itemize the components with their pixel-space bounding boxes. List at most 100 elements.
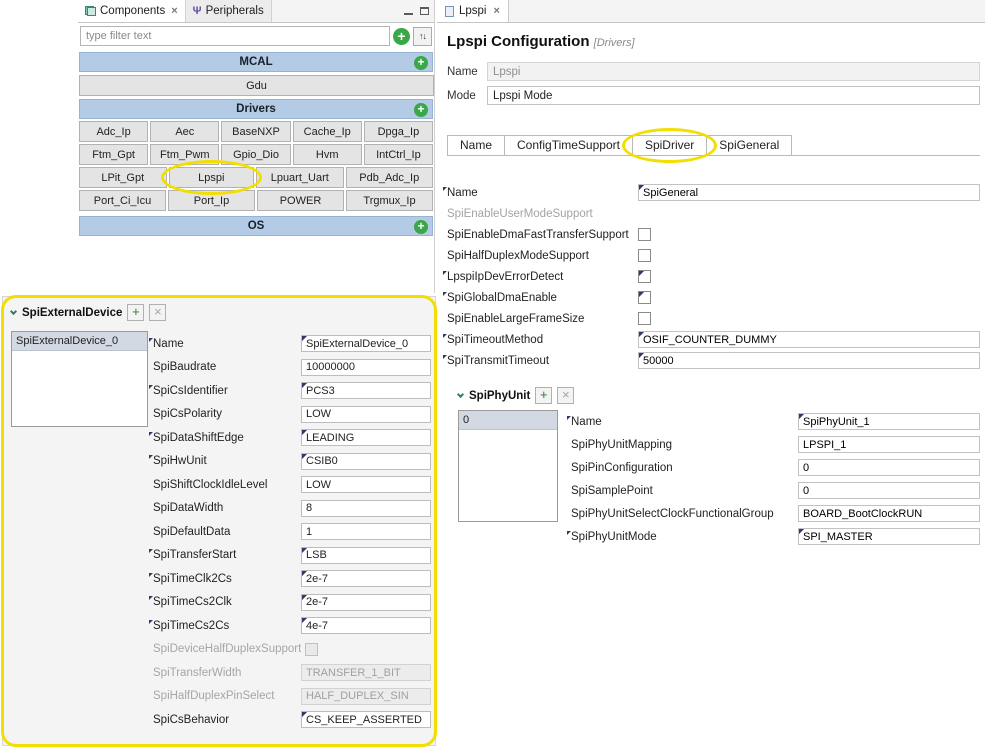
spishiftclockidlelevel-field[interactable] xyxy=(301,476,431,494)
add-icon[interactable]: + xyxy=(414,220,428,234)
category-drivers[interactable]: Drivers + xyxy=(79,99,433,119)
spitimecs2cs-field[interactable] xyxy=(301,617,431,635)
spiphyunitmode-field[interactable] xyxy=(798,528,980,545)
remove-spiexternaldevice-button[interactable]: × xyxy=(149,304,167,321)
category-mcal-label: MCAL xyxy=(239,56,273,68)
spibaudrate-field[interactable] xyxy=(301,358,431,376)
spitransmittimeout-field[interactable] xyxy=(638,352,980,369)
add-icon[interactable]: + xyxy=(414,103,428,117)
add-component-icon[interactable]: + xyxy=(393,27,410,45)
spitimeoutmethod-field[interactable] xyxy=(638,331,980,348)
spicsbehavior-field[interactable] xyxy=(301,711,431,729)
field-label: SpiTransmitTimeout xyxy=(443,354,638,367)
spisamplepoint-field[interactable] xyxy=(798,482,980,499)
form-row: SpiCsIdentifier xyxy=(149,379,431,403)
editor-tab-lpspi[interactable]: Lpspi × xyxy=(437,0,509,22)
spiphyunit-form: Name SpiPhyUnitMapping SpiPinConfigurati… xyxy=(567,410,980,548)
tab-peripherals[interactable]: Ψ Peripherals xyxy=(185,0,272,22)
component-ftm-pwm-button[interactable]: Ftm_Pwm xyxy=(150,144,220,165)
chevron-down-icon[interactable] xyxy=(9,307,18,315)
field-label: SpiCsPolarity xyxy=(153,408,223,421)
component-power-button[interactable]: POWER xyxy=(257,190,344,211)
lpspiipdeverrordetect-checkbox[interactable] xyxy=(638,270,651,283)
subtab-name[interactable]: Name xyxy=(447,135,506,155)
category-mcal[interactable]: MCAL + xyxy=(79,52,433,72)
field-label: Name xyxy=(567,415,798,428)
spiexternaldevice-list[interactable]: SpiExternalDevice_0 xyxy=(11,331,148,427)
add-icon[interactable]: + xyxy=(414,56,428,70)
subtab-spigeneral[interactable]: SpiGeneral xyxy=(707,135,793,155)
spidatawidth-field[interactable] xyxy=(301,499,431,517)
form-row: SpiTimeCs2Cs xyxy=(149,614,431,638)
spiphyunitmapping-field[interactable] xyxy=(798,436,980,453)
spidefaultdata-field[interactable] xyxy=(301,523,431,541)
component-trgmux-ip-button[interactable]: Trgmux_Ip xyxy=(346,190,433,211)
category-os[interactable]: OS + xyxy=(79,216,433,236)
spitransferstart-field[interactable] xyxy=(301,546,431,564)
remove-spiphyunit-button[interactable]: × xyxy=(557,387,575,404)
component-ftm-gpt-button[interactable]: Ftm_Gpt xyxy=(79,144,149,165)
form-row: SpiGlobalDmaEnable xyxy=(443,287,980,308)
mode-field[interactable] xyxy=(487,86,980,105)
field-label: SpiCsBehavior xyxy=(153,713,230,726)
filter-input[interactable] xyxy=(80,26,390,46)
form-row: SpiEnableUserModeSupport xyxy=(447,203,980,224)
components-panel: Components × Ψ Peripherals + ↑↓ MCAL + G… xyxy=(78,0,435,293)
spiglobaldmaenable-checkbox[interactable] xyxy=(638,291,651,304)
sort-icon[interactable]: ↑↓ xyxy=(413,26,432,46)
editor-body: Lpspi Configuration [Drivers] Name Mode … xyxy=(437,23,985,548)
subtab-configtimesupport[interactable]: ConfigTimeSupport xyxy=(505,135,633,155)
spicspolarity-field[interactable] xyxy=(301,405,431,423)
component-cache-ip-button[interactable]: Cache_Ip xyxy=(292,121,362,142)
minimize-icon[interactable] xyxy=(404,8,413,15)
subtab-spidriver[interactable]: SpiDriver xyxy=(621,128,718,163)
spiphyunit-list[interactable]: 0 xyxy=(458,410,558,522)
list-item[interactable]: 0 xyxy=(459,411,557,430)
component-hvm-button[interactable]: Hvm xyxy=(292,144,362,165)
spidevicehalfduplexsupport-checkbox xyxy=(305,642,318,656)
component-lpit-gpt-button[interactable]: LPit_Gpt xyxy=(79,167,167,188)
tab-components[interactable]: Components × xyxy=(78,0,186,22)
spihalfduplexmodesupport-checkbox[interactable] xyxy=(638,249,651,262)
spidatashiftedge-field[interactable] xyxy=(301,429,431,447)
name-field[interactable] xyxy=(301,335,431,353)
component-adc-ip-button[interactable]: Adc_Ip xyxy=(79,121,149,142)
component-lpuart-uart-button[interactable]: Lpuart_Uart xyxy=(256,167,344,188)
spipinconfiguration-field[interactable] xyxy=(798,459,980,476)
component-lpspi-button[interactable]: Lpspi xyxy=(168,167,254,188)
add-spiphyunit-button[interactable]: + xyxy=(535,387,553,404)
component-basenxp-button[interactable]: BaseNXP xyxy=(221,121,291,142)
spiphyunit-name-field[interactable] xyxy=(798,413,980,430)
close-icon[interactable]: × xyxy=(494,5,500,17)
add-spiexternaldevice-button[interactable]: + xyxy=(127,304,145,321)
list-item[interactable]: SpiExternalDevice_0 xyxy=(12,332,147,351)
component-port-ci-icu-button[interactable]: Port_Ci_Icu xyxy=(79,190,166,211)
close-icon[interactable]: × xyxy=(171,5,177,17)
component-dpga-ip-button[interactable]: Dpga_Ip xyxy=(363,121,434,142)
maximize-icon[interactable] xyxy=(420,7,429,15)
field-label: SpiDataShiftEdge xyxy=(149,431,301,444)
spiexternaldevice-panel: SpiExternalDevice + × SpiExternalDevice_… xyxy=(1,295,437,747)
field-label: SpiPinConfiguration xyxy=(571,461,673,474)
spigeneral-name-field[interactable] xyxy=(638,184,980,201)
component-aec-button[interactable]: Aec xyxy=(150,121,220,142)
spienablelargeframesize-checkbox[interactable] xyxy=(638,312,651,325)
form-row: SpiSamplePoint xyxy=(571,479,980,502)
spitimeclk2cs-field[interactable] xyxy=(301,570,431,588)
form-row: Name xyxy=(443,182,980,203)
spicsidentifier-field[interactable] xyxy=(301,382,431,400)
component-port-ip-button[interactable]: Port_Ip xyxy=(168,190,255,211)
form-row: SpiHwUnit xyxy=(149,450,431,474)
spienabledmafasttransfersupport-checkbox[interactable] xyxy=(638,228,651,241)
spitimecs2clk-field[interactable] xyxy=(301,593,431,611)
component-intctrl-ip-button[interactable]: IntCtrl_Ip xyxy=(363,144,434,165)
component-gpio-dio-button[interactable]: Gpio_Dio xyxy=(221,144,291,165)
spiphyunitselectclockfunctionalgroup-field[interactable] xyxy=(798,505,980,522)
form-row: SpiTimeoutMethod xyxy=(443,329,980,350)
subtab-configtimesupport-label: ConfigTimeSupport xyxy=(517,138,620,152)
chevron-down-icon[interactable] xyxy=(456,390,465,398)
form-row: SpiDataWidth xyxy=(153,497,431,521)
spihwunit-field[interactable] xyxy=(301,452,431,470)
component-gdu-button[interactable]: Gdu xyxy=(79,75,434,96)
component-pdb-adc-ip-button[interactable]: Pdb_Adc_Ip xyxy=(345,167,433,188)
